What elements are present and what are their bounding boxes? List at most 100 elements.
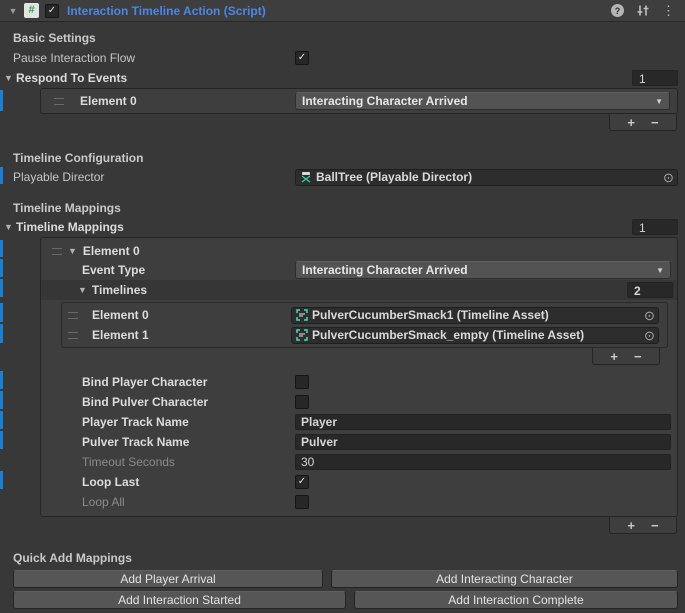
respond-to-events-list: Element 0 Interacting Character Arrived … — [40, 88, 678, 114]
object-picker-icon[interactable]: ⊙ — [641, 309, 658, 322]
override-bar — [0, 279, 3, 297]
pause-interaction-flow-checkbox[interactable]: ✓ — [295, 51, 309, 65]
override-bar — [0, 391, 3, 409]
section-timeline-configuration: Timeline Configuration — [0, 149, 685, 167]
component-enabled-checkbox[interactable]: ✓ — [45, 4, 59, 18]
component-title: Interaction Timeline Action (Script) — [67, 4, 605, 18]
override-bar — [0, 411, 3, 429]
timeline-mappings-header[interactable]: ▼ Timeline Mappings 1 — [0, 217, 685, 237]
row-bind-player-character: Bind Player Character — [41, 372, 677, 392]
override-bar — [0, 167, 3, 184]
override-bar — [0, 471, 3, 489]
respond-list-footer: + − — [609, 114, 677, 131]
event-type-label: Event Type — [41, 263, 295, 277]
timeline-element-row: Element 0 PulverCucumberSmack1 (Timeline… — [62, 305, 667, 325]
override-bar — [0, 259, 3, 277]
timeout-seconds-input[interactable]: 30 — [295, 454, 671, 470]
script-hash-glyph: # — [28, 5, 34, 16]
row-timeout-seconds: Timeout Seconds 30 — [41, 452, 677, 472]
section-quick-add-mappings: Quick Add Mappings — [0, 549, 685, 567]
row-loop-all: Loop All — [41, 492, 677, 512]
row-bind-pulver-character: Bind Pulver Character — [41, 392, 677, 412]
mapping-element-header[interactable]: ▼ Element 0 — [41, 242, 677, 260]
foldout-icon[interactable]: ▼ — [78, 285, 87, 295]
override-bar — [0, 240, 3, 257]
pause-interaction-flow-label: Pause Interaction Flow — [0, 51, 295, 65]
unity-inspector-panel: ▼ # ✓ Interaction Timeline Action (Scrip… — [0, 0, 685, 613]
add-interaction-complete-button[interactable]: Add Interaction Complete — [354, 591, 678, 609]
remove-element-button[interactable]: − — [651, 116, 659, 129]
help-icon[interactable]: ? — [611, 4, 624, 17]
pulver-track-name-label: Pulver Track Name — [41, 435, 295, 449]
loop-last-label: Loop Last — [41, 475, 295, 489]
object-field-value: PulverCucumberSmack1 (Timeline Asset) — [312, 308, 637, 322]
section-timeline-mappings: Timeline Mappings — [0, 199, 685, 217]
respond-element-row: Element 0 Interacting Character Arrived … — [41, 91, 677, 111]
dropdown-value: Interacting Character Arrived — [296, 94, 655, 108]
drag-handle-icon[interactable] — [68, 312, 78, 319]
director-icon — [300, 171, 312, 183]
timeline-mappings-list: ▼ Element 0 Event Type Interacting Chara… — [40, 237, 678, 517]
bind-pulver-character-checkbox[interactable] — [295, 395, 309, 409]
event-type-dropdown[interactable]: Interacting Character Arrived ▼ — [295, 261, 671, 279]
more-options-icon[interactable]: ⋮ — [662, 4, 675, 17]
timeline-element-label: Element 1 — [92, 328, 149, 342]
timelines-size-field[interactable]: 2 — [627, 282, 673, 298]
add-element-button[interactable]: + — [610, 350, 618, 363]
object-field-value: PulverCucumberSmack_empty (Timeline Asse… — [312, 328, 637, 342]
timelines-header[interactable]: ▼ Timelines 2 — [41, 280, 677, 300]
player-track-name-input[interactable]: Player — [295, 414, 671, 430]
add-interacting-character-button[interactable]: Add Interacting Character — [331, 570, 678, 588]
timelines-title: Timelines — [92, 283, 147, 297]
drag-handle-icon[interactable] — [68, 332, 78, 339]
override-bar — [0, 90, 3, 111]
timeline-element-row: Element 1 PulverCucumberSmack_empty (Tim… — [62, 325, 667, 345]
section-basic-settings: Basic Settings — [0, 28, 685, 48]
respond-element-dropdown[interactable]: Interacting Character Arrived ▼ — [295, 92, 670, 110]
timeline-asset-object-field[interactable]: PulverCucumberSmack1 (Timeline Asset) ⊙ — [291, 307, 659, 324]
playable-director-object-field[interactable]: BallTree (Playable Director) ⊙ — [295, 169, 678, 186]
loop-all-checkbox[interactable] — [295, 495, 309, 509]
add-interaction-started-button[interactable]: Add Interaction Started — [13, 591, 346, 609]
drag-handle-icon[interactable] — [52, 248, 62, 255]
component-header[interactable]: ▼ # ✓ Interaction Timeline Action (Scrip… — [0, 0, 685, 22]
foldout-icon[interactable]: ▼ — [4, 222, 13, 232]
timeline-element-label: Element 0 — [92, 308, 149, 322]
player-track-name-label: Player Track Name — [41, 415, 295, 429]
respond-to-events-title: Respond To Events — [16, 71, 127, 85]
bind-player-character-checkbox[interactable] — [295, 375, 309, 389]
foldout-icon[interactable]: ▼ — [4, 73, 13, 83]
object-picker-icon[interactable]: ⊙ — [641, 329, 658, 342]
timeline-mappings-title: Timeline Mappings — [16, 220, 124, 234]
row-pulver-track-name: Pulver Track Name Pulver — [41, 432, 677, 452]
timelines-list: Element 0 PulverCucumberSmack1 (Timeline… — [61, 302, 668, 348]
csharp-script-icon: # — [24, 3, 39, 18]
foldout-icon[interactable]: ▼ — [68, 246, 77, 256]
add-element-button[interactable]: + — [627, 519, 635, 532]
pulver-track-name-input[interactable]: Pulver — [295, 434, 671, 450]
override-bar — [0, 371, 3, 389]
object-picker-icon[interactable]: ⊙ — [660, 171, 677, 184]
row-player-track-name: Player Track Name Player — [41, 412, 677, 432]
add-player-arrival-button[interactable]: Add Player Arrival — [13, 570, 323, 588]
timeout-seconds-label: Timeout Seconds — [41, 455, 295, 469]
row-pause-interaction-flow: Pause Interaction Flow ✓ — [0, 48, 685, 68]
respond-to-events-header[interactable]: ▼ Respond To Events 1 — [0, 68, 685, 88]
mapping-element-label: Element 0 — [83, 244, 140, 258]
remove-element-button[interactable]: − — [651, 519, 659, 532]
remove-element-button[interactable]: − — [634, 350, 642, 363]
add-element-button[interactable]: + — [627, 116, 635, 129]
row-playable-director: Playable Director BallTree (Playable Dir… — [0, 167, 685, 187]
drag-handle-icon[interactable] — [54, 98, 64, 105]
presets-icon[interactable] — [636, 4, 650, 17]
component-foldout-icon[interactable]: ▼ — [8, 6, 18, 16]
respond-to-events-size-field[interactable]: 1 — [632, 70, 678, 86]
respond-element-label: Element 0 — [80, 94, 137, 108]
timeline-mappings-size-field[interactable]: 1 — [632, 219, 678, 235]
bind-player-character-label: Bind Player Character — [41, 375, 295, 389]
dropdown-arrow-icon: ▼ — [655, 97, 669, 106]
check-icon: ✓ — [48, 6, 56, 16]
override-bar — [0, 303, 3, 322]
loop-last-checkbox[interactable]: ✓ — [295, 475, 309, 489]
timeline-asset-object-field[interactable]: PulverCucumberSmack_empty (Timeline Asse… — [291, 327, 659, 344]
